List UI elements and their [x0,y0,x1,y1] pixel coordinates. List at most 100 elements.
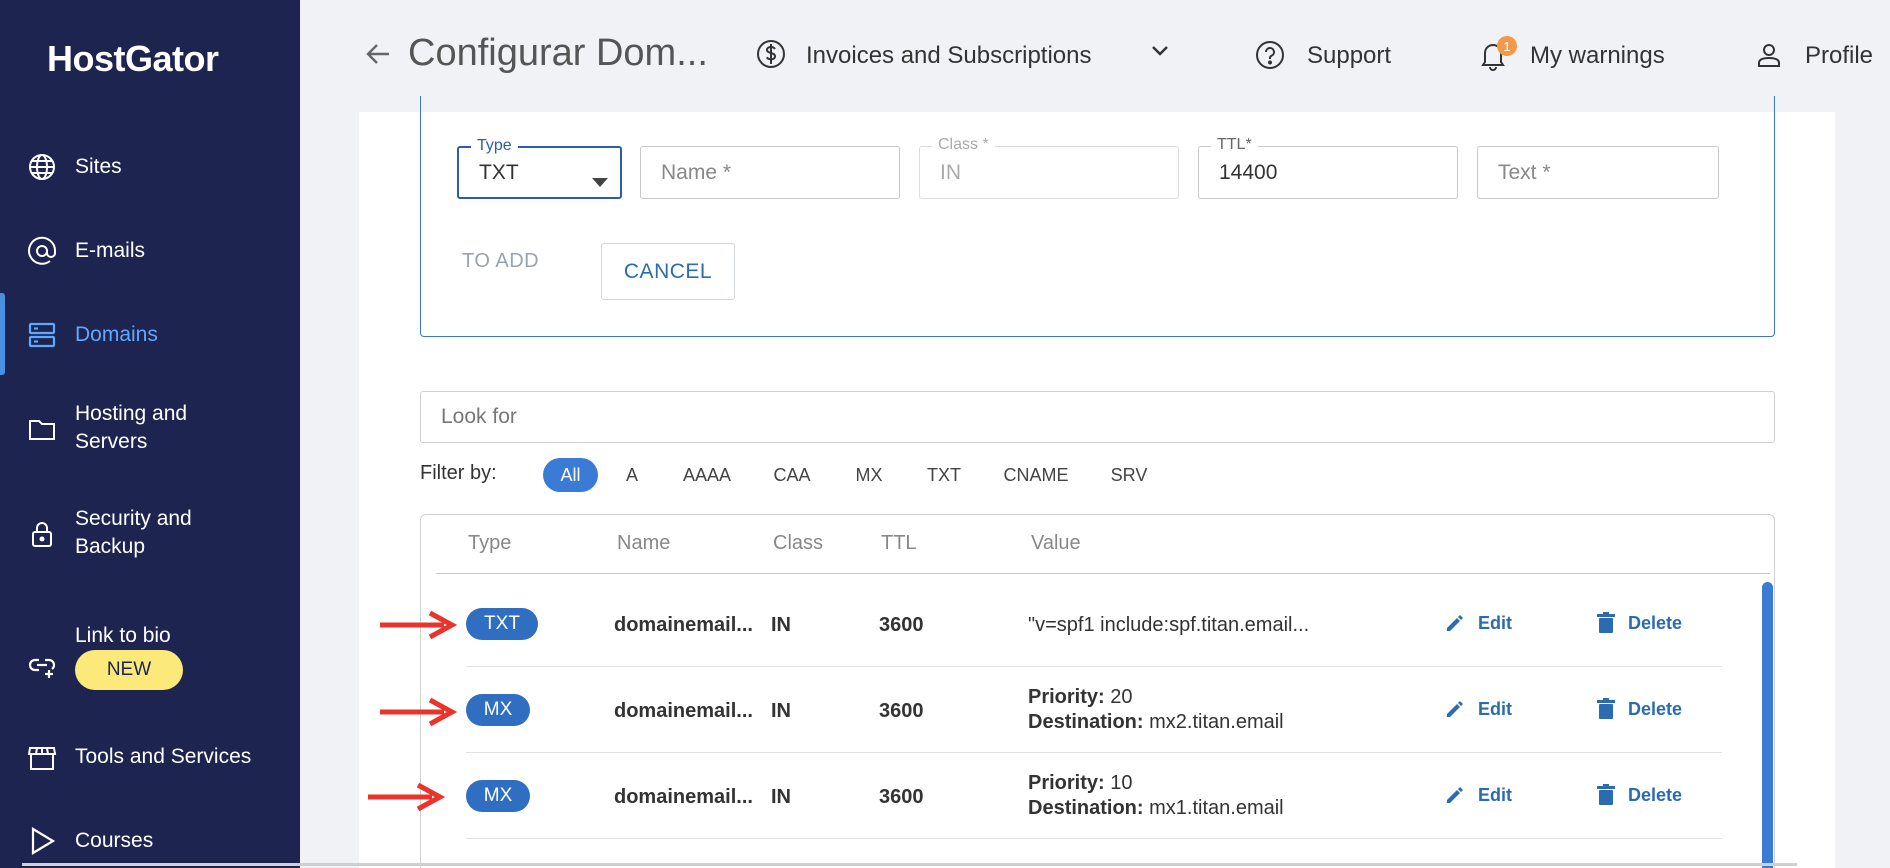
column-header-value: Value [1031,532,1081,554]
sidebar-item-label: Tools and Services [75,745,252,768]
class-field-value: IN [940,160,961,184]
dropdown-caret-icon [592,169,608,193]
user-icon [1754,40,1784,70]
class-field-label: Class * [932,135,995,155]
sidebar-item-label: Link to bio [75,624,171,647]
edit-button[interactable]: Edit [1444,612,1512,634]
column-header-type: Type [468,532,512,554]
filter-chip-caa[interactable]: CAA [768,458,816,492]
delete-button[interactable]: Delete [1596,784,1682,806]
back-arrow-icon[interactable] [364,40,392,68]
edit-label: Edit [1478,784,1512,805]
row-divider [466,752,1722,753]
column-header-ttl: TTL [881,532,917,554]
delete-label: Delete [1628,698,1683,719]
type-select-value: TXT [479,160,519,184]
search-input[interactable]: Look for [420,391,1775,443]
type-select[interactable]: Type TXT [457,136,622,199]
ttl-field-label: TTL* [1211,135,1258,155]
type-badge-mx: MX [466,780,530,812]
record-name: domainemail... [614,614,753,636]
folder-icon [27,414,57,444]
type-badge-mx: MX [466,694,530,726]
page-title: Configurar Dom... [408,32,708,74]
delete-button[interactable]: Delete [1596,612,1682,634]
profile-link[interactable]: Profile [1805,42,1873,70]
filter-chip-txt[interactable]: TXT [922,458,966,492]
text-field[interactable]: Text * [1477,146,1719,199]
new-badge: NEW [75,650,183,690]
filter-chip-a[interactable]: A [618,458,646,492]
record-ttl: 3600 [879,786,924,808]
red-arrow-annotation [380,697,458,727]
record-ttl: 3600 [879,614,924,636]
pencil-icon [1447,615,1463,631]
filter-label: Filter by: [420,462,497,484]
sidebar-item-courses[interactable]: Courses [0,824,300,858]
filter-chip-all[interactable]: All [543,458,598,492]
edit-button[interactable]: Edit [1444,698,1512,720]
record-ttl: 3600 [879,700,924,722]
edit-label: Edit [1478,698,1512,719]
ttl-field[interactable]: TTL* 14400 [1198,135,1458,199]
link-icon [27,650,57,680]
record-class: IN [771,700,791,722]
record-name: domainemail... [614,700,753,722]
record-class: IN [771,614,791,636]
support-link[interactable]: Support [1307,42,1391,70]
delete-button[interactable]: Delete [1596,698,1682,720]
record-value: Priority: 10 Destination: mx1.titan.emai… [1028,772,1284,819]
trash-icon [1597,698,1615,719]
type-field-label: Type [471,136,518,156]
sidebar-item-label: Hosting and Servers [75,402,188,453]
warnings-count-badge: 1 [1497,36,1517,56]
edit-label: Edit [1478,612,1512,633]
filter-chip-mx[interactable]: MX [846,458,892,492]
sidebar-item-emails[interactable]: E-mails [0,234,300,268]
text-field-placeholder: Text * [1498,160,1551,184]
horizontal-scrollbar[interactable] [22,863,1797,866]
invoices-menu[interactable]: Invoices and Subscriptions [806,42,1092,70]
column-header-name: Name [617,532,671,554]
sidebar-item-domains[interactable]: Domains [0,318,300,352]
hostgator-logo[interactable]: HostGator [47,38,219,80]
sidebar-item-sites[interactable]: Sites [0,150,300,184]
sidebar-item-label: E-mails [75,239,146,262]
record-class: IN [771,786,791,808]
filter-chip-cname[interactable]: CNAME [996,458,1076,492]
name-field[interactable]: Name * [640,146,900,199]
edit-button[interactable]: Edit [1444,784,1512,806]
pencil-icon [1447,787,1463,803]
store-icon [27,742,57,772]
red-arrow-annotation [368,782,446,812]
at-icon [27,236,57,266]
globe-icon [27,152,57,182]
sidebar-item-security[interactable]: Security and Backup [0,503,300,565]
cancel-button[interactable]: CANCEL [601,243,735,300]
pencil-icon [1447,701,1463,717]
column-header-class: Class [773,532,824,554]
sidebar-item-hosting[interactable]: Hosting and Servers [0,398,300,460]
chevron-down-icon[interactable] [1150,44,1170,58]
red-arrow-annotation [380,610,458,640]
add-button[interactable]: TO ADD [462,250,539,273]
add-record-form [420,96,1775,337]
filter-chip-srv[interactable]: SRV [1106,458,1152,492]
name-field-placeholder: Name * [661,160,732,184]
sidebar-item-label: Sites [75,155,122,178]
table-scrollbar[interactable] [1762,582,1773,868]
row-divider [466,666,1722,667]
row-divider [466,838,1722,839]
warnings-link[interactable]: My warnings [1530,42,1665,70]
dollar-icon [755,38,787,70]
play-icon [27,826,57,856]
record-value: Priority: 20 Destination: mx2.titan.emai… [1028,686,1284,733]
server-icon [27,320,57,350]
filter-chip-aaaa[interactable]: AAAA [676,458,738,492]
sidebar-item-tools[interactable]: Tools and Services [0,740,300,774]
trash-icon [1597,784,1615,805]
lock-icon [27,519,57,549]
delete-label: Delete [1628,784,1683,805]
delete-label: Delete [1628,612,1683,633]
record-value: "v=spf1 include:spf.titan.email... [1028,614,1310,636]
